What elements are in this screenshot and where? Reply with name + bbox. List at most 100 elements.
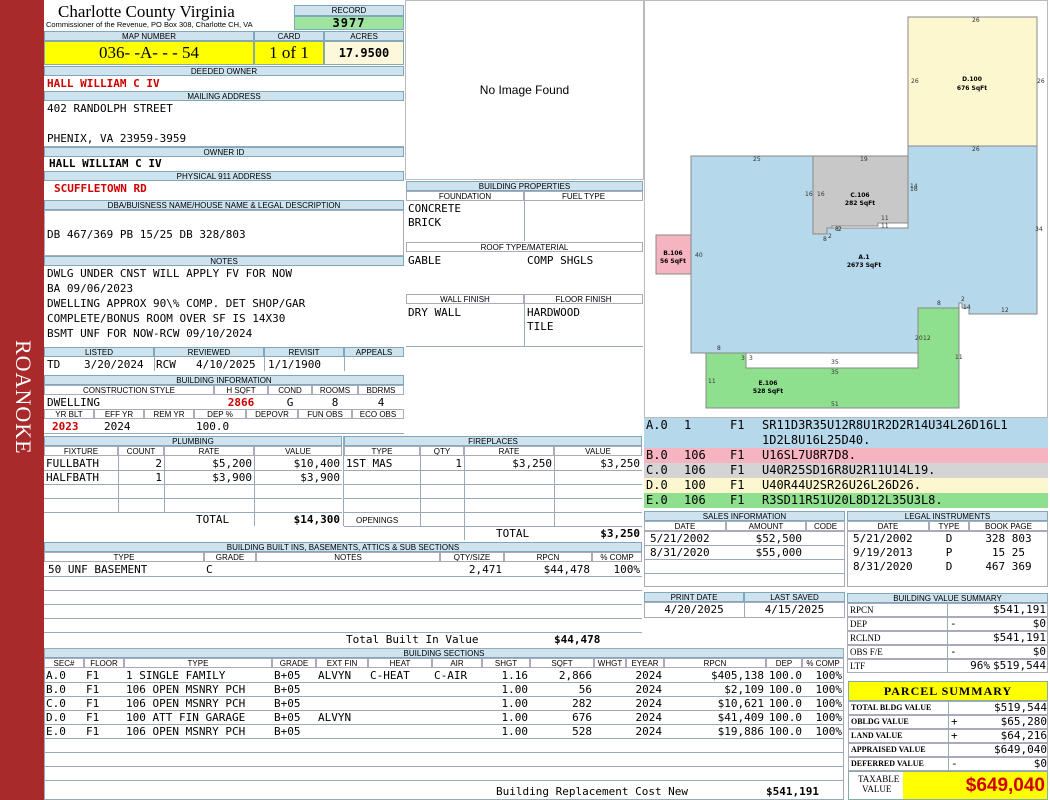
fp-qty: 1 xyxy=(455,457,462,470)
mailing-line1: 402 RANDOLPH STREET xyxy=(47,102,173,115)
map-header: MAP NUMBER xyxy=(44,31,254,41)
dba-value: DB 467/369 PB 15/25 DB 328/803 xyxy=(47,228,246,241)
sketch-dimension: 35 xyxy=(831,369,839,376)
sketch-dimension: 25 xyxy=(753,156,761,163)
sketch-dimension: 11 xyxy=(708,378,716,385)
taxable-value: $649,040 xyxy=(903,772,1047,799)
value-summary-header: BUILDING VALUE SUMMARY xyxy=(847,593,1048,603)
sketch-area-a: 2673 SqFt xyxy=(847,262,882,269)
plumbing-header: PLUMBING xyxy=(44,436,342,446)
parcel-value: $649,040 xyxy=(994,744,1047,756)
bi-total-label: Total Built In Value xyxy=(346,633,479,646)
notes-line: BA 09/06/2023 xyxy=(47,282,134,295)
sketch-dimension: 11 xyxy=(881,215,889,222)
notes-line: DWELLING APPROX 90\% COMP. DET SHOP/GAR xyxy=(47,297,306,310)
sketch-dimension: 8 xyxy=(717,345,721,352)
card-value: 1 of 1 xyxy=(254,41,324,65)
notes-line: BSMT UNF FOR NOW-RCW 09/10/2024 xyxy=(47,327,253,340)
construction-style: DWELLING xyxy=(47,396,100,409)
vector-code: 1 xyxy=(684,418,692,432)
county-name: Charlotte County Virginia xyxy=(58,3,235,21)
sketch-dimension: 26 xyxy=(1037,78,1045,85)
fp-openings-label: OPENINGS xyxy=(356,516,399,525)
effyr-value: 2024 xyxy=(104,420,131,433)
bi-comp: 100% xyxy=(613,563,641,576)
parcel-summary-title: PARCEL SUMMARY xyxy=(848,681,1048,701)
plumbing-value: $3,900 xyxy=(300,471,340,484)
sketch-dimension: 2 xyxy=(838,226,842,233)
fuel-header: FUEL TYPE xyxy=(524,191,643,201)
print-date-header: PRINT DATE xyxy=(644,592,744,602)
parcel-modifier: + xyxy=(951,716,958,728)
map-number: 036- -A- - - 54 xyxy=(44,41,254,65)
vector-path: U40R25SD16R8U2R11U14L19. xyxy=(762,463,936,477)
count-header: COUNT xyxy=(118,446,164,456)
taxable-label-2: VALUE xyxy=(862,784,892,794)
floor-finish-1: HARDWOOD xyxy=(527,306,580,319)
hsqft-value: 2866 xyxy=(227,396,255,409)
fp-type-header: TYPE xyxy=(344,446,420,456)
summary-value: $541,191 xyxy=(993,604,1046,616)
sketch-dimension: 3 xyxy=(741,355,745,362)
sketch-area-e: 528 SqFt xyxy=(753,388,783,395)
hsqft-header: H SQFT xyxy=(214,385,268,395)
bi-type: 50 UNF BASEMENT xyxy=(48,563,148,576)
summary-value: $519,544 xyxy=(993,660,1046,672)
sketch-dimension: 51 xyxy=(831,401,839,408)
bi-comp-header: % COMP xyxy=(592,552,642,562)
sketch-dimension: 11 xyxy=(955,354,963,361)
record-value: 3977 xyxy=(294,16,404,30)
plumbing-total-label: TOTAL xyxy=(196,513,230,526)
county-office: Commissioner of the Revenue, PO Box 308,… xyxy=(46,20,253,29)
sketch-dimension: 2 xyxy=(828,233,832,240)
sketch-label-d: D.100 xyxy=(962,76,982,83)
summary-modifier: - xyxy=(950,646,957,658)
summary-value: $0 xyxy=(1032,618,1046,630)
revisit-date: 1/1/1900 xyxy=(268,358,321,371)
floor-header: FLOOR FINISH xyxy=(524,294,643,304)
sketch-label-b: B.106 xyxy=(663,250,682,257)
summary-label: DEP xyxy=(850,619,868,629)
owner-id-value: HALL WILLIAM C IV xyxy=(49,157,162,170)
vector-floor: F1 xyxy=(730,478,745,492)
vector-path: R3SD11R51U20L8D12L35U3L8. xyxy=(762,493,943,507)
value-header: VALUE xyxy=(254,446,342,456)
sketch-dimension: 12 xyxy=(1001,307,1009,314)
sketch-dimension: 20 xyxy=(915,335,923,342)
dep-header: DEP % xyxy=(194,409,246,419)
plumbing-total: $14,300 xyxy=(293,513,340,526)
fireplaces-header: FIREPLACES xyxy=(344,436,642,446)
sketch-label-a: A.1 xyxy=(858,254,869,261)
plumbing-count: 1 xyxy=(155,471,162,484)
parcel-modifier: - xyxy=(951,758,958,770)
foundation-2: BRICK xyxy=(408,216,442,229)
yrblt-header: YR BLT xyxy=(44,409,94,419)
roof-type: GABLE xyxy=(408,254,442,267)
vector-path: SR11D3R35U12R8U1R2D2R14U34L26D16L1 xyxy=(762,418,1008,432)
bi-qty-header: QTY/SIZE xyxy=(440,552,504,562)
fp-total: $3,250 xyxy=(600,527,640,540)
depovr-header: DEPOVR xyxy=(246,409,298,419)
sketch-area-b: 56 SqFt xyxy=(660,258,686,265)
reviewed-date: 4/10/2025 xyxy=(196,358,256,371)
ecoobs-header: ECO OBS xyxy=(352,409,404,419)
bdrms-value: 4 xyxy=(377,396,385,409)
sketch-dimension: 16 xyxy=(910,186,918,193)
foundation-header: FOUNDATION xyxy=(406,191,524,201)
vector-floor: F1 xyxy=(730,418,745,432)
vector-section: C.0 xyxy=(646,463,668,477)
rooms-header: ROOMS xyxy=(312,385,358,395)
sketch-dimension: 26 xyxy=(972,146,980,153)
reviewed-by: RCW xyxy=(156,358,176,371)
roof-material: COMP SHGLS xyxy=(527,254,594,267)
yrblt-value: 2023 xyxy=(52,420,79,433)
sidebar: ROANOKE xyxy=(0,0,44,800)
notes-header: NOTES xyxy=(44,256,404,266)
reviewed-header: REVIEWED xyxy=(154,347,264,357)
sketch-dimension: 19 xyxy=(860,156,868,163)
vector-row: A.0 1 F1 SR11D3R35U12R8U1R2D2R14U34L26D16L1… xyxy=(644,418,1048,448)
construction-header: CONSTRUCTION STYLE xyxy=(44,385,214,395)
vector-code: 106 xyxy=(684,448,706,462)
parcel-value: $64,216 xyxy=(1000,730,1047,742)
fp-rate: $3,250 xyxy=(512,457,552,470)
